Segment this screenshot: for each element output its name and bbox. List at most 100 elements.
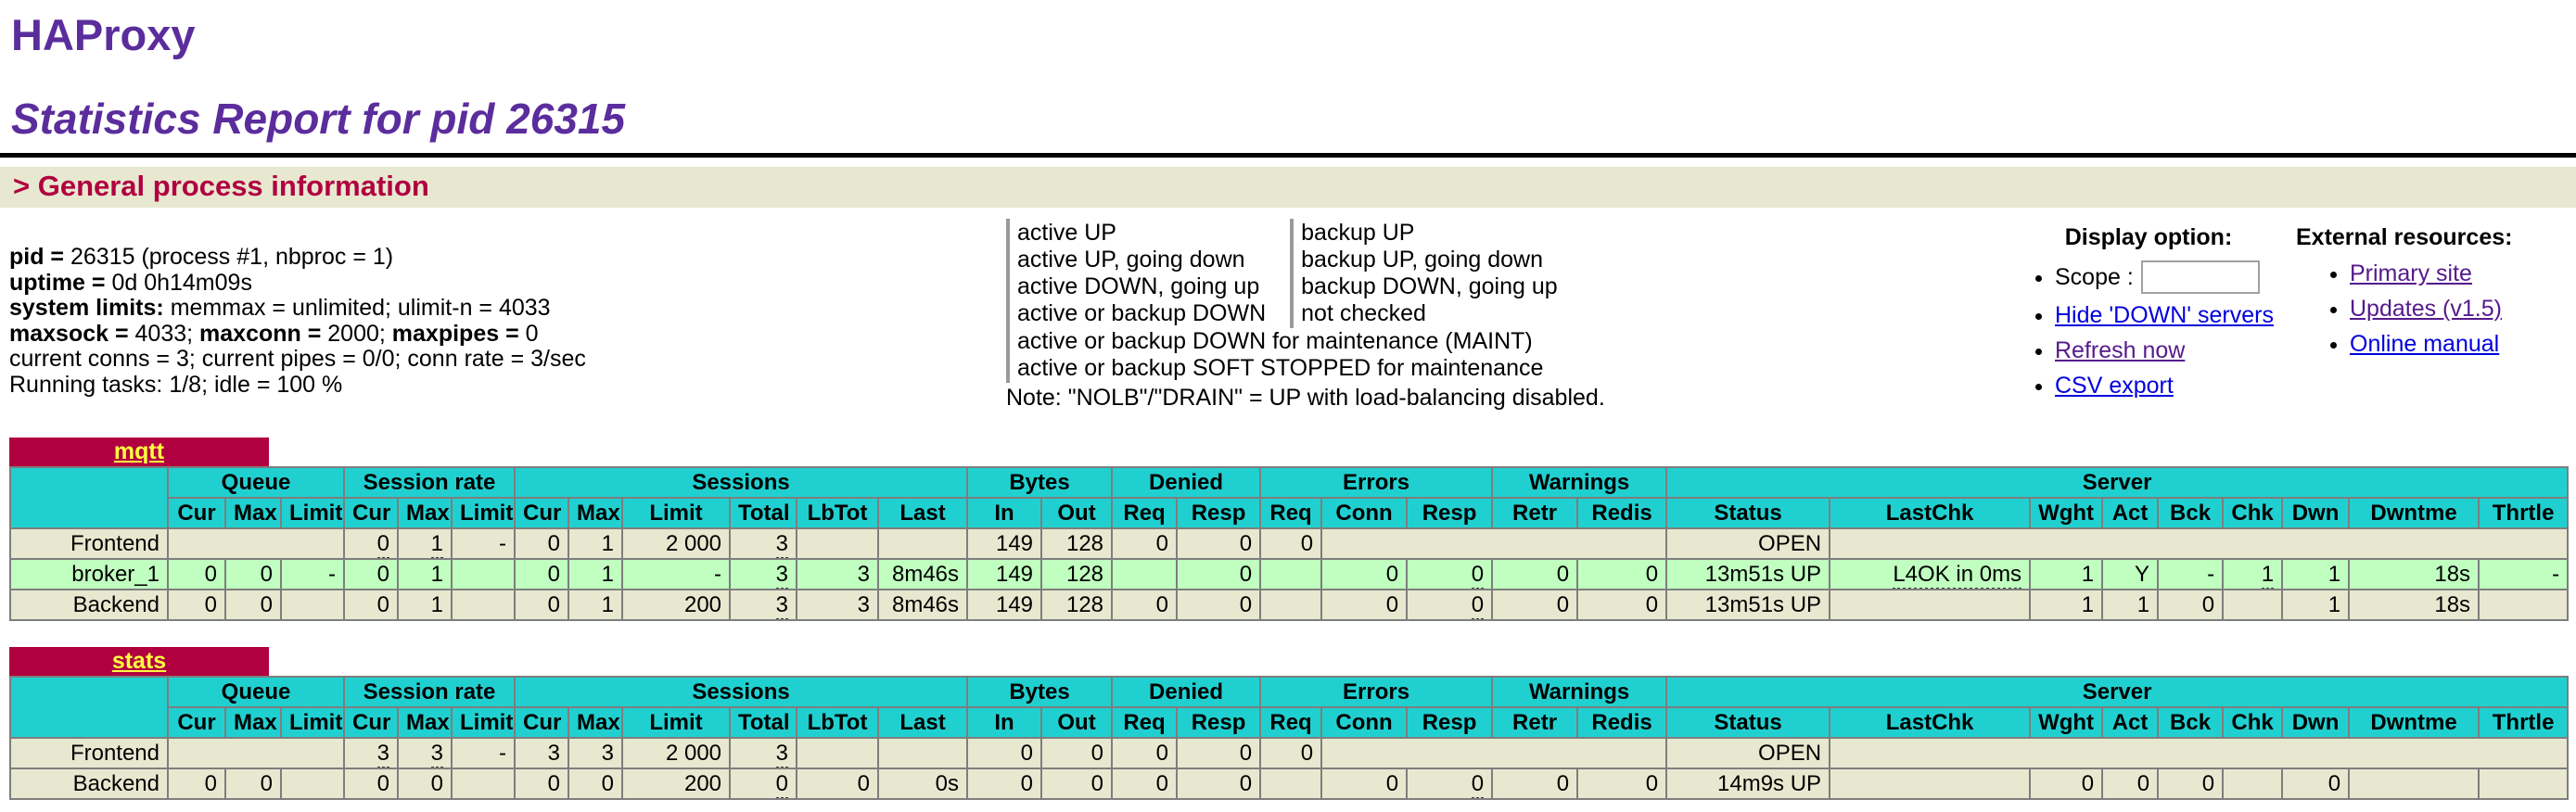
stat-value-tooltip: 3 (775, 740, 789, 767)
stat-cell: 0 (514, 768, 570, 800)
stat-cell: 1 (567, 558, 624, 590)
group-header-sessions: Sessions (514, 676, 969, 708)
stat-cell: 3 (796, 589, 880, 621)
legend-label: active or backup DOWN (1017, 300, 1267, 326)
link-updates-v1-5[interactable]: Updates (v1.5) (2350, 296, 2502, 322)
link-online-manual[interactable]: Online manual (2350, 331, 2499, 357)
link-hide-down-servers[interactable]: Hide 'DOWN' servers (2055, 302, 2274, 328)
external-resources-title: External resources: (2296, 224, 2513, 250)
link-primary-site[interactable]: Primary site (2350, 260, 2472, 286)
stat-value-tooltip: 0 (1471, 770, 1485, 797)
display-options-links: Hide 'DOWN' servers Refresh now CSV export (2001, 302, 2296, 400)
group-header-sessions: Sessions (514, 466, 969, 499)
stat-cell: 1 (567, 589, 624, 621)
stat-value-tooltip: 0 (376, 530, 390, 557)
stat-cell: 149 (966, 527, 1043, 560)
stat-cell: 3 (397, 737, 453, 769)
table-row-broker-1: broker_1 0 0-0 1 0 1-3 3 8m46s 149 128 0 0 0 0 0 13m51s… (9, 558, 2570, 590)
stat-cell: OPEN (1665, 527, 1831, 560)
column-header-conn: Conn (1320, 706, 1409, 739)
column-header-act: Act (2101, 706, 2160, 739)
stat-cell: - (2157, 558, 2225, 590)
stat-cell: 0 (1576, 768, 1668, 800)
row-label: Backend (9, 589, 169, 621)
stat-cell: 149 (966, 558, 1043, 590)
stat-cell: 1 (397, 589, 453, 621)
stat-value-tooltip: 0 (1471, 591, 1485, 618)
legend-label: active or backup DOWN for maintenance (M… (1017, 328, 1533, 354)
stat-cell: 0 (1406, 558, 1494, 590)
legend-note: Note: "NOLB"/"DRAIN" = UP with load-bala… (1006, 385, 1605, 411)
stat-value-tooltip: 3 (376, 740, 390, 767)
column-header-chk: Chk (2222, 497, 2284, 529)
column-header-cur: Cur (514, 706, 570, 739)
proxy-table-mqtt: mqtt Queue Session rate Sessions Bytes Denied… (9, 438, 2570, 621)
stat-cell (1829, 768, 2032, 800)
link-refresh-now[interactable]: Refresh now (2055, 337, 2185, 363)
column-header-limit: Limit (451, 497, 516, 529)
link-csv-export[interactable]: CSV export (2055, 373, 2174, 399)
table-row-backend: Backend 0 0 0 0 0 0 200 0 0 0s 0 0 0 0 0 0 0 0 14m9s UP 0 0 0 0 (9, 768, 2570, 800)
legend-label: active UP, going down (1017, 247, 1245, 273)
stat-cell: 0 (1320, 768, 1409, 800)
proxy-name-link-stats[interactable]: stats (112, 648, 166, 674)
stat-cell: 3 (514, 737, 570, 769)
stat-cell: 0 (1111, 589, 1179, 621)
stat-value-tooltip: 0 (775, 770, 789, 797)
column-header-lastchk: LastChk (1829, 497, 2032, 529)
column-header-cur: Cur (343, 497, 400, 529)
group-header-warnings: Warnings (1491, 676, 1668, 708)
column-header-last: Last (877, 497, 969, 529)
stat-cell (1111, 558, 1179, 590)
list-item: CSV export (2055, 373, 2296, 400)
legend-label: active or backup SOFT STOPPED for mainte… (1017, 355, 1544, 381)
external-resources: External resources: Primary site Updates … (2296, 213, 2567, 366)
column-header-wght: Wght (2029, 706, 2104, 739)
legend-label: active DOWN, going up (1017, 273, 1260, 299)
column-header-lbtot: LbTot (796, 706, 880, 739)
stat-cell: - (451, 527, 516, 560)
stat-cell: 2 000 (621, 737, 732, 769)
stat-cell: 3 (343, 737, 400, 769)
column-header-conn: Conn (1320, 497, 1409, 529)
divider (0, 153, 2576, 158)
stat-cell: 3 (729, 558, 798, 590)
column-header-dwn: Dwn (2281, 706, 2351, 739)
column-header-in: In (966, 497, 1043, 529)
stat-cell: 0 (1406, 589, 1494, 621)
stat-cell: 0 (514, 527, 570, 560)
column-header-max: Max (397, 497, 453, 529)
stat-cell: 149 (966, 589, 1043, 621)
process-info-line: maxsock = 4033; maxconn = 2000; maxpipes… (9, 320, 539, 347)
column-header-bck: Bck (2157, 706, 2225, 739)
external-resources-links: Primary site Updates (v1.5) Online manual (2296, 260, 2567, 358)
process-info-line: system limits: memmax = unlimited; ulimi… (9, 295, 551, 321)
stat-cell: 1 (2281, 589, 2351, 621)
column-header-bck: Bck (2157, 497, 2225, 529)
stat-cell: 0 (1406, 768, 1494, 800)
stat-cell: 13m51s UP (1665, 589, 1831, 621)
column-header-dwntme: Dwntme (2348, 497, 2480, 529)
group-header-denied: Denied (1111, 466, 1262, 499)
stat-cell (1320, 527, 1668, 560)
row-label: broker_1 (9, 558, 169, 590)
column-header-cur: Cur (343, 706, 400, 739)
proxy-title-bar: mqtt (9, 438, 269, 466)
scope-input[interactable] (2140, 260, 2260, 294)
group-header-denied: Denied (1111, 676, 1262, 708)
status-legend: active UP backup UP active UP, going down b… (1006, 213, 1605, 412)
column-header-in: In (966, 706, 1043, 739)
stat-cell: 0 (167, 589, 226, 621)
stat-cell: 0 (2281, 768, 2351, 800)
proxy-name-link-mqtt[interactable]: mqtt (114, 438, 164, 464)
stat-cell: 0 (966, 737, 1043, 769)
stat-cell (796, 737, 880, 769)
stat-cell: 0 (1320, 589, 1409, 621)
stat-cell: 0 (2029, 768, 2104, 800)
stat-cell: 1 (397, 527, 453, 560)
column-header-limit: Limit (279, 497, 346, 529)
corner-header (9, 676, 169, 739)
scope-label: Scope : (2055, 263, 2134, 290)
stat-cell (166, 527, 346, 560)
proxy-title-bar: stats (9, 647, 269, 676)
